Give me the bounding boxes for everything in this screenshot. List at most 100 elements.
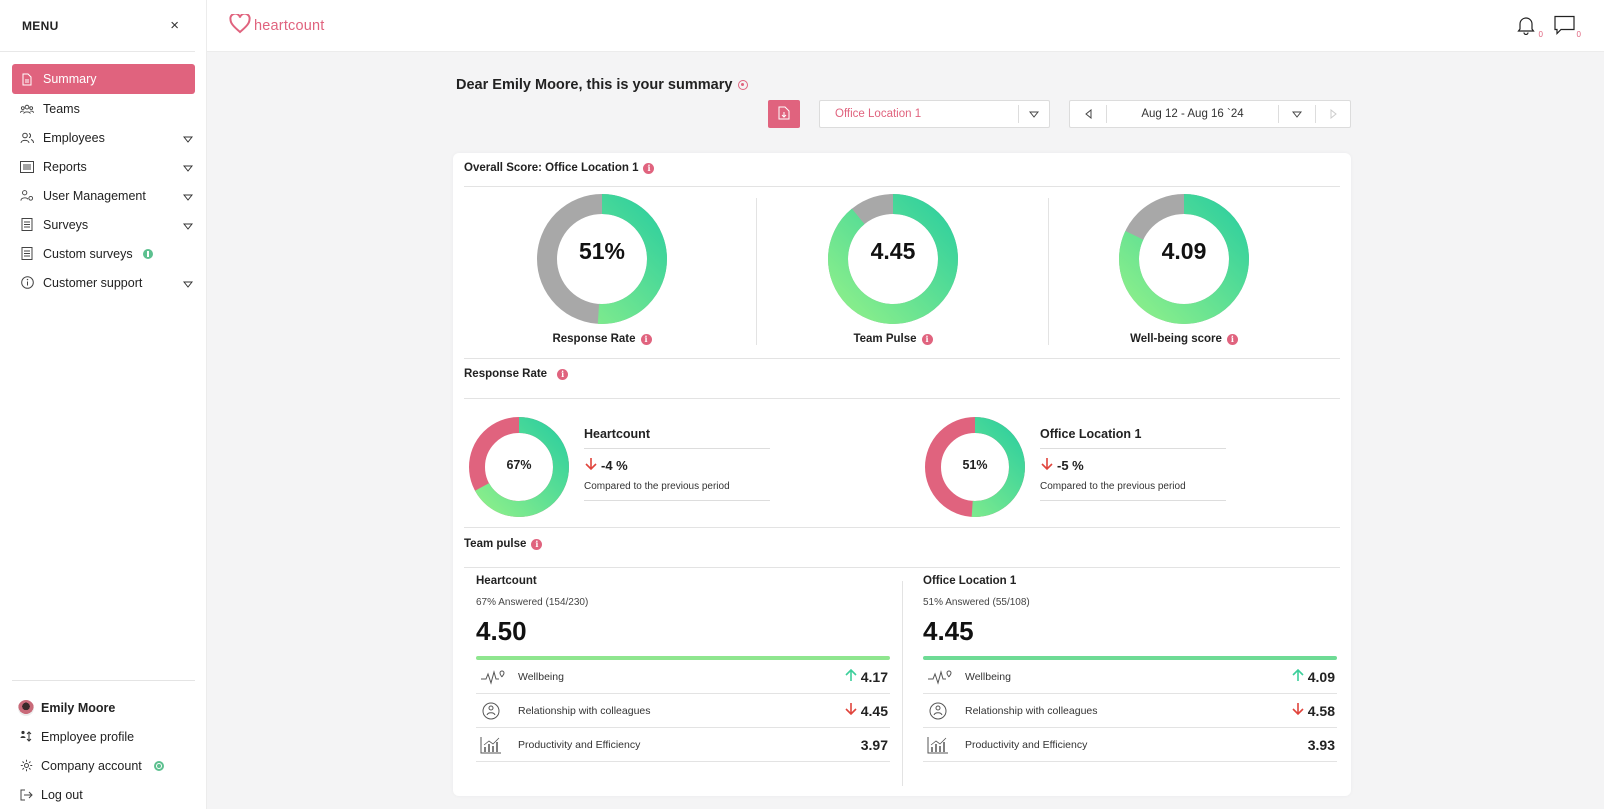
info-icon[interactable]: i	[640, 333, 652, 345]
sidebar-item-label: Summary	[43, 72, 97, 86]
previous-period-button[interactable]	[1070, 105, 1107, 123]
divider	[902, 581, 903, 786]
info-icon[interactable]: i	[531, 538, 543, 550]
menu-header: MENU ×	[0, 0, 195, 52]
location-select[interactable]: Office Location 1	[819, 100, 1050, 128]
report-icon	[20, 160, 34, 174]
sidebar-item-label: User Management	[43, 188, 146, 203]
info-icon[interactable]: i	[643, 162, 655, 174]
sidebar-item-summary[interactable]: Summary	[12, 64, 195, 94]
divider	[464, 186, 1340, 187]
employee-profile-label: Employee profile	[41, 729, 135, 744]
date-range-value: Aug 12 - Aug 16 `24	[1141, 108, 1244, 120]
relationship-icon	[923, 701, 965, 721]
topbar: heartcount 0 0	[207, 0, 1604, 52]
sidebar-item-employees[interactable]: Employees	[12, 123, 195, 152]
response-rate-info: Heartcount -4 % Compared to the previous…	[584, 415, 770, 501]
metric-label: Wellbeing	[518, 670, 564, 683]
target-icon[interactable]	[738, 80, 749, 90]
heartbeat-icon	[476, 668, 518, 686]
profile-switch-icon	[18, 729, 34, 745]
metric-value-text: 3.97	[860, 736, 888, 753]
response-rate-donut: 67%	[467, 415, 571, 522]
team-pulse-title-text: Team pulse	[464, 538, 527, 550]
date-range-picker[interactable]: Aug 12 - Aug 16 `24	[1069, 100, 1351, 128]
chevron-down-icon[interactable]	[182, 161, 194, 175]
heart-logo-icon	[229, 12, 251, 37]
logout-link[interactable]: Log out	[12, 780, 195, 809]
chevron-down-icon[interactable]	[1278, 105, 1315, 123]
sidebar-item-reports[interactable]: Reports	[12, 152, 195, 181]
chevron-down-icon[interactable]	[182, 219, 194, 233]
info-icon[interactable]: i	[557, 368, 569, 380]
next-period-button[interactable]	[1315, 105, 1350, 123]
metric-value-text: 3.93	[1307, 736, 1335, 753]
employee-profile-link[interactable]: Employee profile	[12, 722, 195, 751]
location-value: Office Location 1	[835, 108, 922, 120]
metric-label: Relationship with colleagues	[518, 704, 651, 717]
response-rate-percent: 51%	[962, 458, 988, 472]
logout-icon	[18, 787, 34, 803]
metric-value-text: 4.09	[1307, 668, 1335, 685]
user-profile-name[interactable]: Emily Moore	[12, 693, 195, 722]
team-pulse-label: Team Pulse i	[773, 333, 1013, 345]
close-menu-button[interactable]: ×	[170, 17, 179, 34]
divider	[756, 198, 757, 345]
greeting-text: Dear Emily Moore, this is your summary	[456, 77, 733, 93]
bar-chart-icon	[923, 736, 965, 754]
response-rate-donut: 51%	[923, 415, 1027, 522]
metric-value: 4.58	[1292, 702, 1337, 719]
logo-text: heartcount	[254, 17, 325, 34]
response-rate-gauge: 51% Response Rate i	[482, 189, 722, 345]
team-pulse-label-text: Team Pulse	[853, 333, 917, 345]
divider	[464, 398, 1340, 399]
menu-title: MENU	[22, 18, 59, 33]
wellbeing-label-text: Well-being score	[1130, 333, 1222, 345]
team-pulse-score: 4.50	[476, 616, 527, 646]
info-icon[interactable]: i	[921, 333, 933, 345]
company-account-link[interactable]: Company account	[12, 751, 195, 780]
sidebar-item-customer-support[interactable]: Customer support	[12, 268, 195, 297]
metric-row-relationship: Relationship with colleagues 4.45	[476, 694, 890, 728]
messages-button[interactable]: 0	[1554, 15, 1581, 39]
chevron-down-icon[interactable]	[182, 190, 194, 204]
sidebar-item-user-management[interactable]: User Management	[12, 181, 195, 210]
sidebar-item-custom-surveys[interactable]: Custom surveys	[12, 239, 195, 268]
sidebar-item-label: Custom surveys	[43, 246, 133, 261]
divider	[464, 358, 1340, 359]
wellbeing-label: Well-being score i	[1064, 333, 1304, 345]
metric-row-relationship: Relationship with colleagues 4.58	[923, 694, 1337, 728]
notifications-button[interactable]: 0	[1516, 15, 1543, 39]
avatar	[18, 699, 34, 716]
answered-text: 67% Answered (154/230)	[476, 597, 589, 608]
chevron-down-icon[interactable]	[182, 277, 194, 291]
sidebar-nav: Summary Teams Employees Reports User Man…	[0, 52, 206, 297]
compare-text: Compared to the previous period	[584, 481, 770, 501]
info-icon[interactable]: i	[1226, 333, 1238, 345]
team-pulse-score: 4.45	[923, 616, 974, 646]
divider	[1048, 198, 1049, 345]
wellbeing-gauge: 4.09 Well-being score i	[1064, 189, 1304, 345]
metric-row-wellbeing: Wellbeing 4.17	[476, 660, 890, 694]
sidebar-item-surveys[interactable]: Surveys	[12, 210, 195, 239]
answered-text: 51% Answered (55/108)	[923, 597, 1030, 608]
chevron-down-icon[interactable]	[1018, 105, 1049, 123]
sidebar-footer: Emily Moore Employee profile Company acc…	[12, 680, 195, 809]
chat-icon	[1554, 15, 1575, 38]
sidebar-item-teams[interactable]: Teams	[12, 94, 195, 123]
org-name: Office Location 1	[1040, 415, 1226, 449]
export-pdf-button[interactable]	[768, 100, 800, 128]
support-icon	[20, 276, 34, 290]
top-actions: 0 0	[1516, 15, 1581, 39]
divider	[464, 567, 1340, 568]
heartbeat-icon	[923, 668, 965, 686]
metric-label: Relationship with colleagues	[965, 704, 1098, 717]
chevron-down-icon[interactable]	[182, 132, 194, 146]
team-pulse-gauge: 4.45 Team Pulse i	[773, 189, 1013, 345]
survey-icon	[20, 218, 34, 232]
response-rate-value: 51%	[578, 238, 626, 264]
logo[interactable]: heartcount	[229, 12, 325, 37]
response-rate-title-text: Response Rate	[464, 368, 548, 380]
org-name: Heartcount	[584, 415, 770, 449]
delta-value: -5 %	[1057, 458, 1084, 473]
